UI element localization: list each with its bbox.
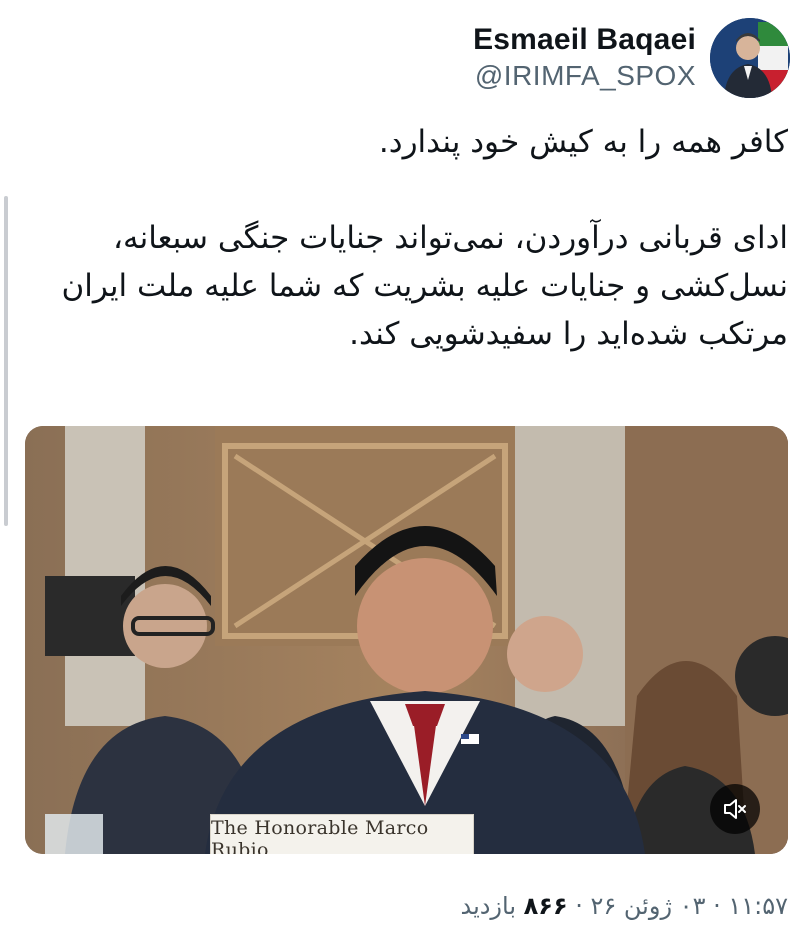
tweet-line-4: مرتکب شده‌اید را سفیدشویی کند.: [349, 316, 788, 352]
author-names: Esmaeil Baqaei @IRIMFA_SPOX: [473, 22, 696, 94]
views-count: ۸۶۶: [523, 892, 568, 920]
tweet-date[interactable]: ۰۳ ژوئن ۲۶: [591, 892, 706, 920]
separator: ·: [567, 892, 591, 920]
nameplate-caption: The Honorable Marco Rubio: [210, 814, 474, 854]
scroll-indicator[interactable]: [4, 196, 8, 526]
tweet-header: Esmaeil Baqaei @IRIMFA_SPOX: [473, 18, 790, 98]
views-label: بازدید: [460, 892, 524, 920]
video-frame: [25, 426, 788, 854]
tweet-text: کافر همه را به کیش خود پندارد. ادای قربا…: [28, 118, 788, 358]
tweet-line-1: کافر همه را به کیش خود پندارد.: [378, 124, 788, 160]
author-display-name[interactable]: Esmaeil Baqaei: [473, 22, 696, 58]
tweet-meta: ۱۱:۵۷ · ۰۳ ژوئن ۲۶ · ۸۶۶ بازدید: [460, 890, 788, 922]
separator: ·: [705, 892, 729, 920]
tweet-time[interactable]: ۱۱:۵۷: [728, 892, 788, 920]
tweet-line-3: نسل‌کشی و جنایات علیه بشریت که شما علیه …: [61, 268, 788, 304]
mute-toggle-button[interactable]: [710, 784, 760, 834]
author-avatar[interactable]: [710, 18, 790, 98]
video-player[interactable]: The Honorable Marco Rubio: [25, 426, 788, 854]
tweet-line-2: ادای قربانی درآوردن، نمی‌تواند جنایات جن…: [112, 220, 788, 256]
author-handle[interactable]: @IRIMFA_SPOX: [473, 58, 696, 94]
muted-speaker-icon: [724, 799, 746, 819]
profile-photo-icon: [710, 18, 790, 98]
